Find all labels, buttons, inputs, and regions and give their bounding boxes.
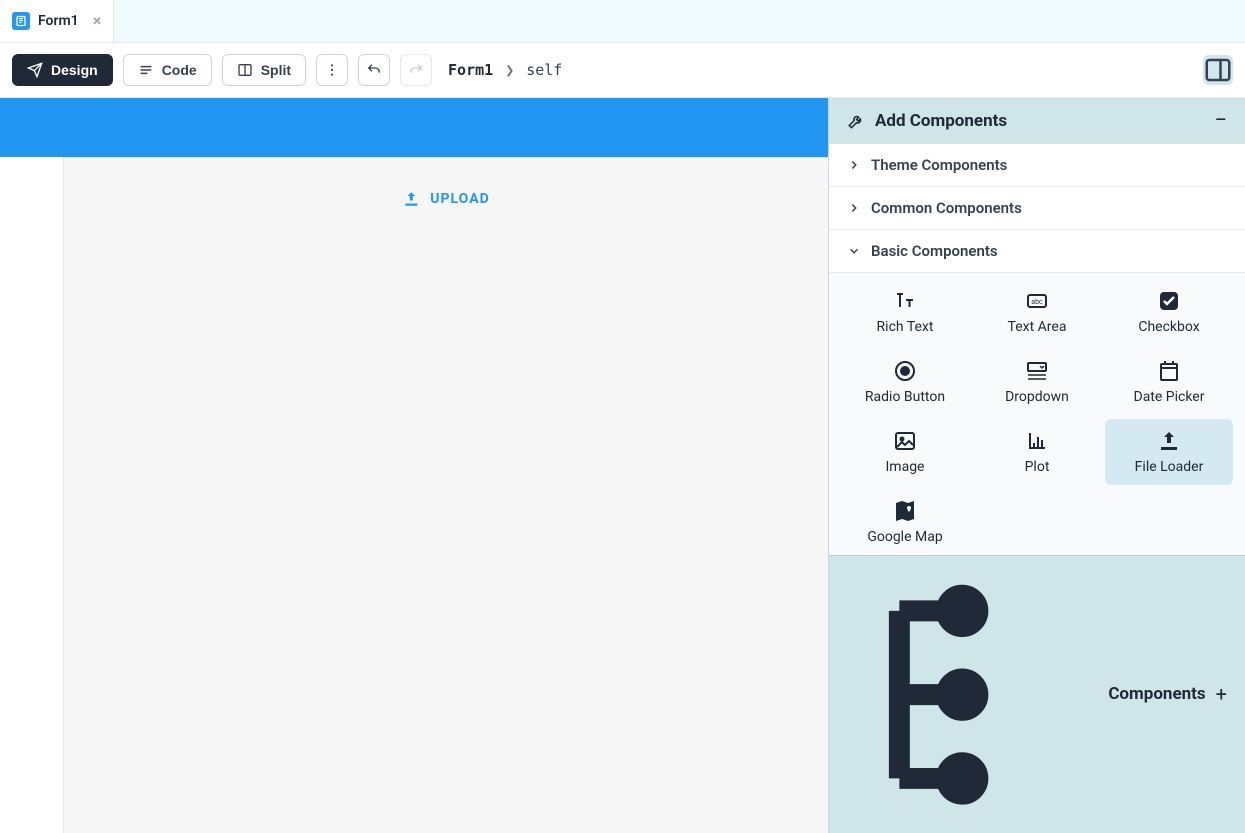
undo-button[interactable] bbox=[358, 54, 390, 86]
close-icon[interactable]: × bbox=[93, 13, 102, 29]
split-label: Split bbox=[261, 62, 291, 78]
more-menu-button[interactable] bbox=[316, 54, 348, 86]
rich-text-icon bbox=[893, 289, 917, 313]
toggle-panel-button[interactable] bbox=[1203, 55, 1233, 85]
component-image[interactable]: Image bbox=[841, 419, 969, 485]
component-rich-text[interactable]: Rich Text bbox=[841, 279, 969, 345]
add-components-header[interactable]: Add Components − bbox=[829, 98, 1245, 144]
sidebar-scroll[interactable]: Add Components − Theme Components Common… bbox=[829, 98, 1245, 555]
toolbar: Design Code Split Form1 ❯ self bbox=[0, 43, 1245, 98]
upload-icon bbox=[402, 190, 420, 208]
chevron-down-icon bbox=[847, 244, 861, 258]
redo-button[interactable] bbox=[400, 54, 432, 86]
map-icon bbox=[893, 499, 917, 523]
components-panel-header[interactable]: Components + bbox=[829, 555, 1245, 833]
section-basic-components[interactable]: Basic Components bbox=[829, 229, 1245, 272]
file-upload-icon bbox=[1157, 429, 1181, 453]
tab-bar: Form1 × bbox=[0, 0, 1245, 43]
upload-label: UPLOAD bbox=[430, 191, 489, 207]
component-file-loader[interactable]: File Loader bbox=[1105, 419, 1233, 485]
add-components-title: Add Components bbox=[875, 111, 1204, 131]
svg-text:abc: abc bbox=[1031, 298, 1043, 306]
section-theme-components[interactable]: Theme Components bbox=[829, 144, 1245, 186]
chevron-right-icon bbox=[847, 158, 861, 172]
breadcrumb: Form1 ❯ self bbox=[448, 61, 562, 79]
code-button[interactable]: Code bbox=[123, 54, 212, 86]
plus-icon[interactable]: + bbox=[1216, 682, 1227, 706]
component-date-picker[interactable]: Date Picker bbox=[1105, 349, 1233, 415]
canvas-body[interactable]: UPLOAD bbox=[63, 157, 828, 833]
image-icon bbox=[893, 429, 917, 453]
sidebar: Add Components − Theme Components Common… bbox=[828, 98, 1245, 833]
form-file-icon bbox=[12, 12, 30, 30]
design-canvas[interactable]: UPLOAD bbox=[0, 98, 828, 833]
code-label: Code bbox=[162, 62, 197, 78]
checkbox-icon bbox=[1157, 289, 1181, 313]
chevron-right-icon: ❯ bbox=[505, 61, 514, 79]
tab-form1[interactable]: Form1 × bbox=[0, 0, 114, 42]
tab-label: Form1 bbox=[38, 13, 79, 29]
component-google-map[interactable]: Google Map bbox=[841, 489, 969, 555]
file-loader-instance[interactable]: UPLOAD bbox=[402, 190, 489, 208]
dropdown-icon bbox=[1025, 359, 1049, 383]
component-dropdown[interactable]: Dropdown bbox=[973, 349, 1101, 415]
component-text-area[interactable]: abc Text Area bbox=[973, 279, 1101, 345]
basic-components-grid: Rich Text abc Text Area Checkbox Radio B… bbox=[829, 272, 1245, 555]
split-button[interactable]: Split bbox=[222, 54, 306, 86]
component-checkbox[interactable]: Checkbox bbox=[1105, 279, 1233, 345]
components-footer-title: Components bbox=[1108, 684, 1205, 704]
design-label: Design bbox=[51, 62, 98, 78]
design-button[interactable]: Design bbox=[12, 54, 113, 86]
radio-icon bbox=[893, 359, 917, 383]
component-plot[interactable]: Plot bbox=[973, 419, 1101, 485]
calendar-icon bbox=[1157, 359, 1181, 383]
component-radio-button[interactable]: Radio Button bbox=[841, 349, 969, 415]
breadcrumb-root[interactable]: Form1 bbox=[448, 61, 493, 79]
chevron-right-icon bbox=[847, 201, 861, 215]
tree-icon bbox=[847, 569, 1098, 820]
wrench-icon bbox=[847, 112, 865, 130]
section-common-components[interactable]: Common Components bbox=[829, 186, 1245, 229]
app-header-bar bbox=[0, 98, 828, 157]
workspace: UPLOAD Add Components − Theme Components… bbox=[0, 98, 1245, 833]
breadcrumb-leaf[interactable]: self bbox=[526, 61, 562, 79]
collapse-icon[interactable]: − bbox=[1214, 110, 1227, 132]
text-area-icon: abc bbox=[1025, 289, 1049, 313]
plot-icon bbox=[1025, 429, 1049, 453]
